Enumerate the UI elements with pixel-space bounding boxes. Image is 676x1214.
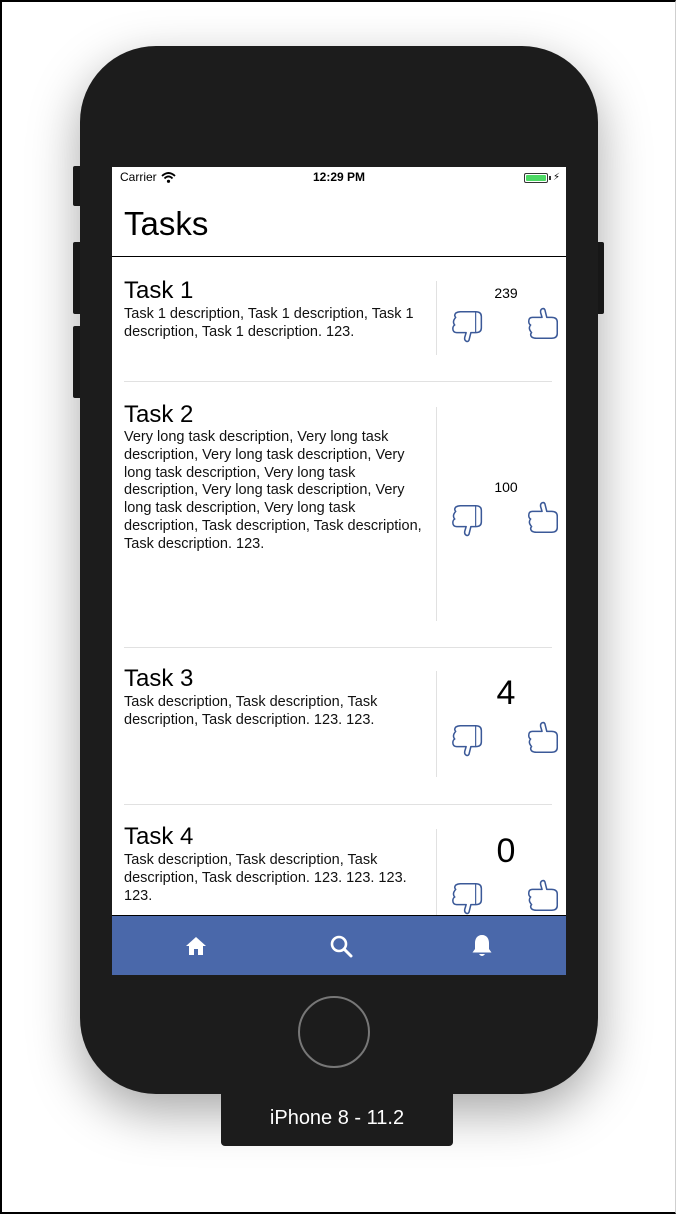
bell-icon [472, 935, 492, 956]
list-item[interactable]: Task 2 Very long task description, Very … [124, 401, 559, 627]
tab-notifications[interactable] [462, 928, 502, 964]
vote-panel: 239 [442, 283, 566, 345]
tab-bar [112, 915, 566, 975]
charging-icon: ⚡ [552, 172, 560, 183]
vote-count: 239 [494, 285, 518, 301]
task-title: Task 1 [124, 277, 194, 304]
thumbs-up-icon[interactable] [524, 719, 562, 759]
task-title: Task 4 [124, 823, 194, 850]
task-description: Very long task description, Very long ta… [124, 429, 422, 552]
list-item[interactable]: Task 3 Task description, Task descriptio… [124, 665, 559, 785]
status-bar: Carrier 12:29 PM ⚡ [112, 167, 566, 189]
thumbs-down-icon[interactable] [450, 877, 488, 917]
home-icon [186, 937, 206, 955]
task-text: Task 2 Very long task description, Very … [124, 401, 424, 554]
thumbs-down-icon[interactable] [450, 499, 488, 539]
thumbs-down-icon[interactable] [450, 305, 488, 345]
thumbs-down-icon[interactable] [450, 719, 488, 759]
task-title: Task 3 [124, 665, 194, 692]
thumbs-up-icon[interactable] [524, 877, 562, 917]
vote-panel: 4 [442, 673, 566, 759]
vote-count: 100 [494, 479, 518, 495]
search-icon [330, 935, 353, 958]
thumbs-up-icon[interactable] [524, 305, 562, 345]
task-description: Task 1 description, Task 1 description, … [124, 306, 414, 340]
column-divider [436, 407, 437, 621]
status-time: 12:29 PM [312, 170, 366, 184]
tab-search[interactable] [321, 928, 361, 964]
device-label: iPhone 8 - 11.2 [221, 1090, 453, 1146]
task-description: Task description, Task description, Task… [124, 852, 407, 904]
phone-screen: Carrier 12:29 PM ⚡ Tasks Task 1 Task 1 d… [112, 167, 566, 975]
vote-panel: 100 [442, 477, 566, 539]
nav-header: Tasks [112, 189, 566, 257]
row-divider [124, 647, 552, 648]
list-item[interactable]: Task 1 Task 1 description, Task 1 descri… [124, 277, 559, 369]
battery-icon: ⚡ [523, 172, 560, 183]
home-button[interactable] [298, 996, 370, 1068]
task-description: Task description, Task description, Task… [124, 694, 378, 728]
column-divider [436, 281, 437, 355]
task-text: Task 1 Task 1 description, Task 1 descri… [124, 277, 424, 341]
vote-count: 0 [496, 832, 516, 870]
vote-panel: 0 [442, 831, 566, 917]
row-divider [124, 381, 552, 382]
task-text: Task 3 Task description, Task descriptio… [124, 665, 424, 729]
task-title: Task 2 [124, 401, 194, 428]
task-text: Task 4 Task description, Task descriptio… [124, 823, 424, 905]
thumbs-up-icon[interactable] [524, 499, 562, 539]
tab-home[interactable] [176, 928, 216, 964]
row-divider [124, 804, 552, 805]
column-divider [436, 671, 437, 777]
page-title: Tasks [124, 205, 209, 242]
vote-count: 4 [496, 674, 516, 712]
